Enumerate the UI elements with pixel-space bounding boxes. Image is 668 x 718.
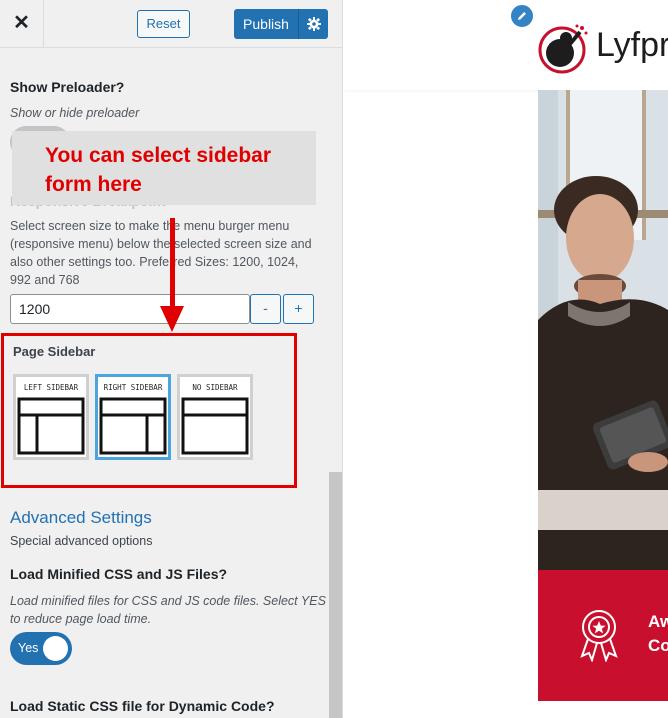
minified-desc-line: Load minified files for CSS and JS code … bbox=[10, 594, 326, 608]
site-preview: Lyfpr Aw Co bbox=[344, 0, 668, 718]
layout-option-no-sidebar[interactable]: NO SIDEBAR bbox=[177, 374, 253, 460]
customizer-header: ✕ Reset Publish bbox=[0, 0, 342, 48]
no-sidebar-layout-icon bbox=[181, 397, 249, 455]
annotation-arrow-shaft bbox=[170, 218, 175, 313]
responsive-description: Select screen size to make the menu burg… bbox=[10, 217, 312, 289]
preloader-description: Show or hide preloader bbox=[10, 106, 140, 120]
edit-shortcut-button[interactable] bbox=[509, 3, 535, 29]
customizer-panel: ✕ Reset Publish Show Preloader? Show or … bbox=[0, 0, 343, 718]
layout-option-label: RIGHT SIDEBAR bbox=[103, 383, 163, 392]
site-logo-icon bbox=[538, 24, 588, 74]
publish-settings-button[interactable] bbox=[298, 9, 328, 39]
responsive-desc-line: (responsive menu) below the selected scr… bbox=[10, 237, 312, 251]
annotation-callout: You can select sidebar form here bbox=[12, 131, 316, 205]
hero-photo bbox=[538, 90, 668, 570]
minified-title: Load Minified CSS and JS Files? bbox=[10, 566, 228, 582]
banner-text-line: Aw bbox=[648, 612, 668, 631]
layout-option-label: LEFT SIDEBAR bbox=[23, 383, 79, 392]
award-ribbon-icon bbox=[580, 610, 618, 662]
left-sidebar-layout-icon bbox=[17, 397, 85, 455]
hero-image bbox=[538, 90, 668, 570]
banner-text-line: Co bbox=[648, 636, 668, 655]
static-css-title: Load Static CSS file for Dynamic Code? bbox=[10, 698, 275, 714]
annotation-line-1: You can select sidebar bbox=[45, 144, 272, 167]
responsive-desc-line: 992 and 768 bbox=[10, 273, 80, 287]
site-logo-text: Lyfpr bbox=[596, 26, 668, 64]
pencil-icon bbox=[518, 12, 526, 20]
page-sidebar-title: Page Sidebar bbox=[13, 344, 96, 359]
annotation-arrow-head bbox=[160, 306, 184, 332]
right-sidebar-layout-icon bbox=[99, 397, 167, 455]
site-header: Lyfpr bbox=[344, 0, 668, 90]
layout-option-right-sidebar[interactable]: RIGHT SIDEBAR bbox=[95, 374, 171, 460]
responsive-desc-line: Select screen size to make the menu burg… bbox=[10, 219, 290, 233]
awards-banner: Aw Co bbox=[538, 570, 668, 701]
decrement-button[interactable]: - bbox=[250, 294, 281, 324]
reset-button[interactable]: Reset bbox=[137, 10, 190, 38]
advanced-settings-title: Advanced Settings bbox=[10, 508, 152, 527]
layout-option-label: NO SIDEBAR bbox=[192, 383, 238, 392]
layout-option-left-sidebar[interactable]: LEFT SIDEBAR bbox=[13, 374, 89, 460]
advanced-settings-description: Special advanced options bbox=[10, 534, 153, 548]
breakpoint-input[interactable]: 1200 bbox=[10, 294, 250, 324]
responsive-desc-line: also other settings too. Preferred Sizes… bbox=[10, 255, 299, 269]
minified-desc-line: to reduce page load time. bbox=[10, 612, 152, 626]
gear-icon bbox=[306, 17, 321, 31]
publish-button[interactable]: Publish bbox=[234, 9, 298, 39]
minified-toggle[interactable]: Yes bbox=[10, 632, 72, 665]
increment-button[interactable]: + bbox=[283, 294, 314, 324]
toggle-label: Yes bbox=[18, 641, 39, 655]
close-icon: ✕ bbox=[13, 12, 30, 34]
annotation-line-2: form here bbox=[45, 173, 142, 196]
panel-scrollbar[interactable] bbox=[329, 472, 342, 718]
publish-group: Publish bbox=[234, 9, 328, 39]
minified-description: Load minified files for CSS and JS code … bbox=[10, 592, 326, 628]
preloader-title: Show Preloader? bbox=[10, 79, 125, 95]
close-button[interactable]: ✕ bbox=[0, 0, 44, 47]
toggle-knob bbox=[43, 636, 68, 661]
